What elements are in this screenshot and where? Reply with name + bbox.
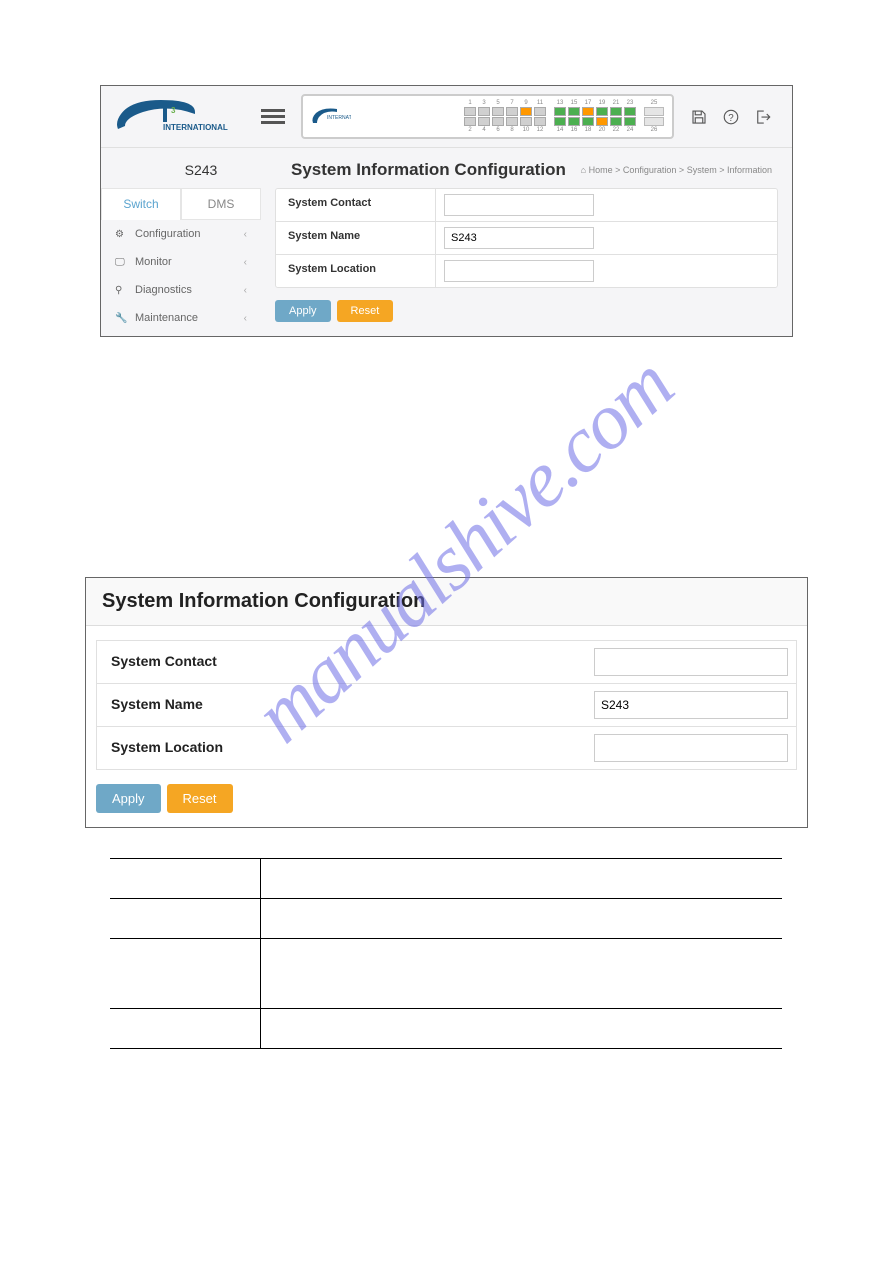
row-system-contact: System Contact <box>97 641 796 684</box>
monitor-icon: 🖵 <box>115 257 127 268</box>
label-system-location: System Location <box>97 727 586 769</box>
enlarged-panel: System Information Configuration System … <box>85 577 808 828</box>
main-content: System Contact System Name System Locati… <box>261 188 792 336</box>
svg-text:INTERNATIONAL: INTERNATIONAL <box>327 115 351 121</box>
row-system-name: System Name <box>276 222 777 255</box>
logout-icon[interactable] <box>754 108 772 126</box>
definition-table <box>110 858 782 1049</box>
crumb-home[interactable]: Home <box>589 165 613 175</box>
header-actions: ? <box>682 108 780 126</box>
gear-icon: ⚙ <box>115 229 127 240</box>
apply-button[interactable]: Apply <box>275 300 331 322</box>
chevron-left-icon: ‹ <box>244 257 247 268</box>
input-system-location[interactable] <box>594 734 788 762</box>
svg-text:INTERNATIONAL: INTERNATIONAL <box>163 123 228 132</box>
device-name: S243 <box>121 162 281 178</box>
port-grid: 12 34 56 78 910 1112 1314 1516 1718 1920… <box>351 100 664 133</box>
chevron-left-icon: ‹ <box>244 285 247 296</box>
label-system-contact: System Contact <box>97 641 586 683</box>
row-system-location: System Location <box>97 727 796 769</box>
svg-text:?: ? <box>728 112 734 123</box>
row-system-location: System Location <box>276 255 777 287</box>
nav-label: Configuration <box>135 228 200 240</box>
page-title: System Information Configuration <box>291 160 581 180</box>
panel-title: System Information Configuration <box>86 578 807 626</box>
menu-toggle-icon[interactable] <box>261 109 285 124</box>
panel-logo-icon: INTERNATIONAL <box>311 105 351 129</box>
tab-dms[interactable]: DMS <box>181 188 261 220</box>
nav-label: Maintenance <box>135 312 198 324</box>
nav-maintenance[interactable]: 🔧 Maintenance ‹ <box>101 304 261 332</box>
input-system-contact[interactable] <box>444 194 594 216</box>
nav-label: Diagnostics <box>135 284 192 296</box>
title-bar: S243 System Information Configuration ⌂ … <box>101 148 792 188</box>
save-icon[interactable] <box>690 108 708 126</box>
help-icon[interactable]: ? <box>722 108 740 126</box>
reset-button[interactable]: Reset <box>167 784 233 813</box>
header-bar: 3 INTERNATIONAL INTERNATIONAL 12 34 56 7… <box>101 86 792 148</box>
button-row: Apply Reset <box>275 300 778 322</box>
chevron-left-icon: ‹ <box>244 313 247 324</box>
nav-label: Monitor <box>135 256 172 268</box>
wrench-icon: 🔧 <box>115 313 127 324</box>
nav-diagnostics[interactable]: ⚲ Diagnostics ‹ <box>101 276 261 304</box>
label-system-name: System Name <box>97 684 586 726</box>
tab-switch[interactable]: Switch <box>101 188 181 220</box>
config-form-large: System Contact System Name System Locati… <box>96 640 797 770</box>
config-form: System Contact System Name System Locati… <box>275 188 778 288</box>
switch-port-panel: INTERNATIONAL 12 34 56 78 910 1112 1314 … <box>301 94 674 139</box>
crumb-config[interactable]: Configuration <box>623 165 677 175</box>
home-icon[interactable]: ⌂ <box>581 165 586 175</box>
diagnostics-icon: ⚲ <box>115 285 127 296</box>
input-system-location[interactable] <box>444 260 594 282</box>
sidebar-tabs: Switch DMS <box>101 188 261 220</box>
row-system-name: System Name <box>97 684 796 727</box>
input-system-name[interactable] <box>444 227 594 249</box>
breadcrumb: ⌂ Home > Configuration > System > Inform… <box>581 165 772 175</box>
input-system-contact[interactable] <box>594 648 788 676</box>
svg-text:3: 3 <box>171 106 176 115</box>
apply-button[interactable]: Apply <box>96 784 161 813</box>
label-system-location: System Location <box>276 255 436 287</box>
nav-configuration[interactable]: ⚙ Configuration ‹ <box>101 220 261 248</box>
i3-logo-icon: 3 INTERNATIONAL <box>113 94 243 139</box>
sidebar: Switch DMS ⚙ Configuration ‹ 🖵 Monitor ‹… <box>101 188 261 336</box>
reset-button[interactable]: Reset <box>337 300 394 322</box>
nav-monitor[interactable]: 🖵 Monitor ‹ <box>101 248 261 276</box>
app-window: 3 INTERNATIONAL INTERNATIONAL 12 34 56 7… <box>100 85 793 337</box>
button-row: Apply Reset <box>86 770 807 827</box>
brand-logo: 3 INTERNATIONAL <box>113 94 253 139</box>
label-system-contact: System Contact <box>276 189 436 221</box>
input-system-name[interactable] <box>594 691 788 719</box>
crumb-system[interactable]: System <box>687 165 717 175</box>
row-system-contact: System Contact <box>276 189 777 222</box>
crumb-info: Information <box>727 165 772 175</box>
chevron-left-icon: ‹ <box>244 229 247 240</box>
label-system-name: System Name <box>276 222 436 254</box>
